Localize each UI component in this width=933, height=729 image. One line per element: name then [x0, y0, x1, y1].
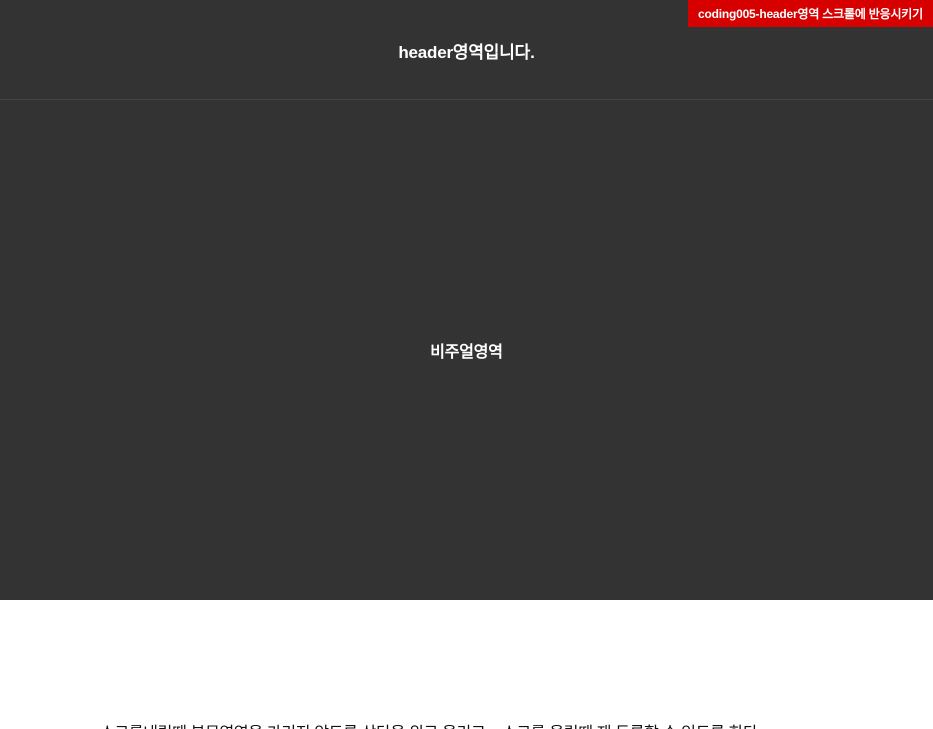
content-text: 스크롤내릴때 본문영역을 가리지 않도록 상단을 위로 올리고... 스크롤 올… [100, 719, 762, 729]
page: header영역입니다. coding005-header영역 스크롤에 반응시… [0, 0, 933, 729]
content-section: 스크롤내릴때 본문영역을 가리지 않도록 상단을 위로 올리고... 스크롤 올… [0, 600, 933, 729]
header-title: header영역입니다. [398, 42, 535, 62]
visual-title: 비주얼영역 [430, 344, 503, 361]
tutorial-badge: coding005-header영역 스크롤에 반응시키기 [687, 0, 933, 27]
visual-section: 비주얼영역 [0, 100, 933, 600]
